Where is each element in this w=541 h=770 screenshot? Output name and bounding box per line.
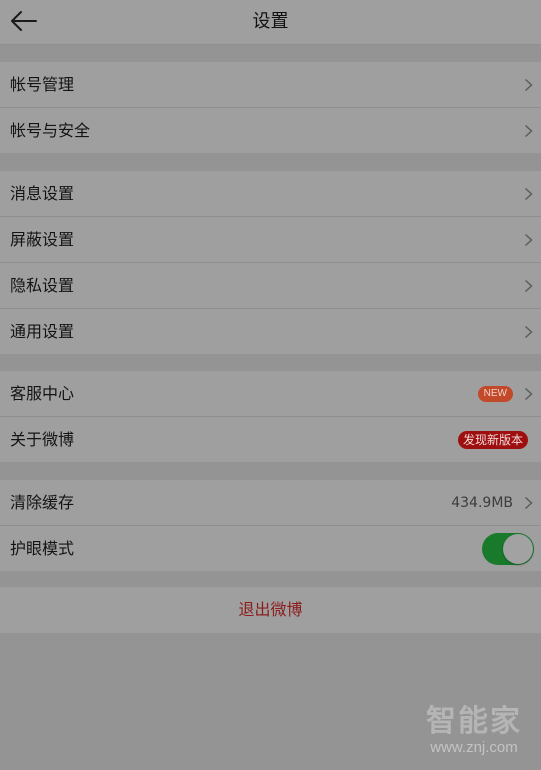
row-account-management[interactable]: 帐号管理 [0, 62, 541, 108]
row-label: 帐号管理 [10, 75, 75, 94]
chevron-right-icon [524, 496, 533, 510]
row-label: 隐私设置 [10, 276, 75, 295]
watermark-logo: 智能家 [426, 704, 522, 739]
toggle-knob [503, 534, 533, 564]
update-available-badge: 发现新版本 [457, 431, 528, 449]
row-label: 关于微博 [10, 430, 75, 449]
row-about-weibo[interactable]: 关于微博 发现新版本 [0, 417, 541, 462]
logout-button[interactable]: 退出微博 [0, 587, 541, 633]
top-bar: 设置 [0, 0, 541, 45]
chevron-right-icon [524, 387, 533, 401]
row-message-settings[interactable]: 消息设置 [0, 171, 541, 217]
chevron-right-icon [524, 233, 533, 247]
chevron-right-icon [524, 78, 533, 92]
row-customer-service[interactable]: 客服中心 NEW [0, 371, 541, 417]
row-general-settings[interactable]: 通用设置 [0, 309, 541, 354]
storage-display-group: 清除缓存 434.9MB 护眼模式 [0, 480, 541, 571]
row-label: 护眼模式 [10, 539, 75, 558]
row-label: 帐号与安全 [10, 121, 91, 140]
row-label: 屏蔽设置 [10, 230, 75, 249]
watermark: 智能家 www.znj.com [419, 704, 529, 756]
chevron-right-icon [524, 124, 533, 138]
row-block-settings[interactable]: 屏蔽设置 [0, 217, 541, 263]
chevron-right-icon [524, 187, 533, 201]
settings-group: 消息设置 屏蔽设置 隐私设置 通用设置 [0, 171, 541, 354]
watermark-url: www.znj.com [430, 739, 518, 756]
support-group: 客服中心 NEW 关于微博 发现新版本 [0, 371, 541, 462]
eye-protection-toggle[interactable] [482, 533, 534, 565]
cache-size-value: 434.9MB [451, 495, 513, 511]
row-label: 客服中心 [10, 384, 75, 403]
row-clear-cache[interactable]: 清除缓存 434.9MB [0, 480, 541, 526]
row-label: 消息设置 [10, 184, 75, 203]
row-label: 清除缓存 [10, 493, 75, 512]
chevron-right-icon [524, 325, 533, 339]
chevron-right-icon [524, 279, 533, 293]
row-privacy-settings[interactable]: 隐私设置 [0, 263, 541, 309]
settings-screen: 设置 帐号管理 帐号与安全 消息设置 屏蔽设置 隐私设置 通用设置 客服中心 N… [0, 0, 541, 770]
row-account-security[interactable]: 帐号与安全 [0, 108, 541, 153]
new-badge: NEW [477, 386, 513, 402]
account-group: 帐号管理 帐号与安全 [0, 62, 541, 153]
row-label: 通用设置 [10, 322, 75, 341]
page-title: 设置 [252, 11, 289, 32]
row-eye-protection: 护眼模式 [0, 526, 541, 571]
